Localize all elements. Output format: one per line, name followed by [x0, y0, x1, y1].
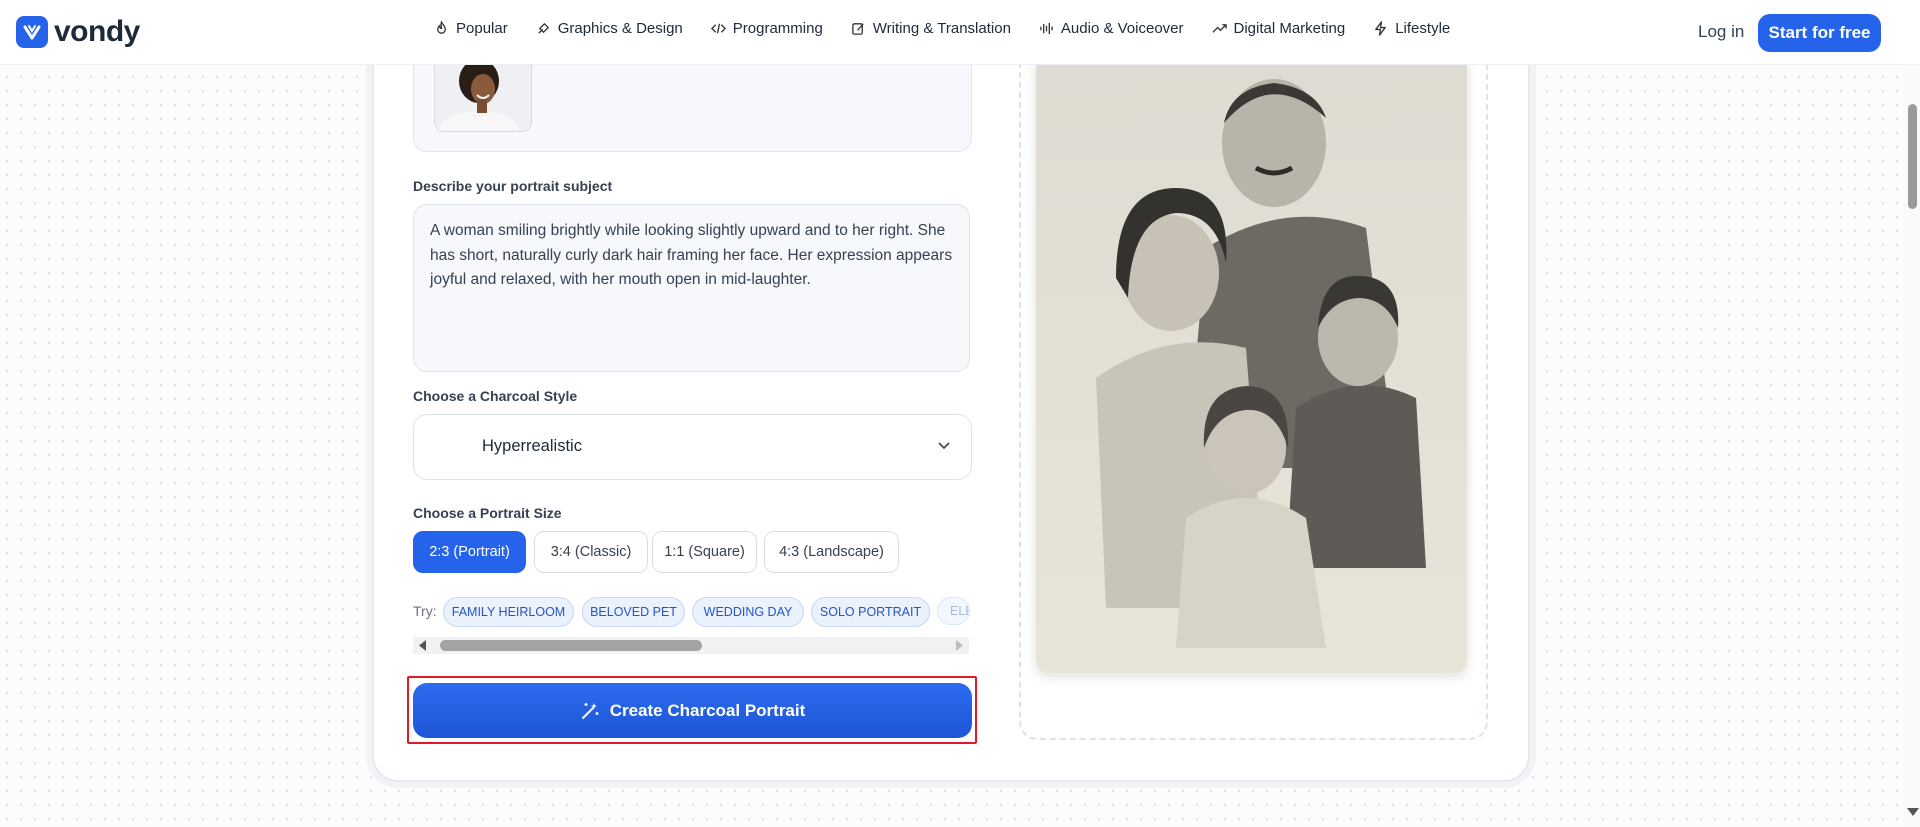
suggestion-chip-beloved-pet[interactable]: BELOVED PET	[582, 597, 685, 627]
try-label: Try:	[413, 603, 437, 619]
start-for-free-button[interactable]: Start for free	[1758, 14, 1881, 52]
trend-up-icon	[1211, 24, 1227, 33]
login-link[interactable]: Log in	[1698, 22, 1744, 42]
top-header: vondy Popular Graphics & Design Programm…	[0, 0, 1920, 65]
nav-item-label: Writing & Translation	[872, 20, 1011, 37]
nav-item-label: Popular	[456, 20, 508, 37]
charcoal-style-select[interactable]: Hyperrealistic	[413, 414, 972, 480]
audio-wave-icon	[1040, 22, 1053, 35]
nav-item-label: Audio & Voiceover	[1060, 20, 1184, 37]
suggestion-chip-partial[interactable]: ELE	[937, 597, 970, 625]
portrait-description-textarea[interactable]: A woman smiling brightly while looking s…	[413, 204, 970, 372]
bolt-icon	[1375, 21, 1387, 36]
size-option-classic[interactable]: 3:4 (Classic)	[534, 531, 648, 573]
nav-item-label: Digital Marketing	[1233, 20, 1346, 37]
create-charcoal-portrait-button[interactable]: Create Charcoal Portrait	[413, 683, 972, 738]
page-scrollbar[interactable]	[1904, 64, 1920, 827]
charcoal-style-value: Hyperrealistic	[482, 437, 582, 455]
charcoal-portrait-preview-image	[1036, 48, 1467, 673]
flame-icon	[437, 21, 446, 34]
suggestion-chip-wedding-day[interactable]: WEDDING DAY	[692, 597, 804, 627]
nav-item-graphics-design[interactable]: Graphics & Design	[536, 20, 683, 37]
size-option-landscape[interactable]: 4:3 (Landscape)	[764, 531, 899, 573]
vondy-logo-icon	[16, 16, 48, 48]
size-option-portrait[interactable]: 2:3 (Portrait)	[413, 531, 526, 573]
brand-name: vondy	[54, 15, 140, 48]
size-option-square[interactable]: 1:1 (Square)	[652, 531, 757, 573]
nav-item-popular[interactable]: Popular	[434, 20, 508, 37]
nav-item-lifestyle[interactable]: Lifestyle	[1373, 20, 1450, 37]
describe-subject-label: Describe your portrait subject	[413, 178, 613, 194]
nav-item-digital-marketing[interactable]: Digital Marketing	[1211, 20, 1346, 37]
category-nav: Popular Graphics & Design Programming Wr…	[434, 20, 1450, 37]
suggestion-chip-solo-portrait[interactable]: SOLO PORTRAIT	[811, 597, 930, 627]
create-button-label: Create Charcoal Portrait	[609, 700, 806, 720]
chevron-down-icon	[938, 442, 950, 450]
suggestions-scroll-thumb[interactable]	[440, 640, 702, 651]
edit-icon	[852, 23, 864, 35]
scroll-left-arrow-icon[interactable]	[418, 640, 428, 651]
nav-item-audio-voiceover[interactable]: Audio & Voiceover	[1039, 20, 1184, 37]
code-icon	[710, 23, 726, 34]
nav-item-writing-translation[interactable]: Writing & Translation	[851, 20, 1011, 37]
scroll-right-arrow-icon[interactable]	[954, 640, 964, 651]
nav-item-programming[interactable]: Programming	[710, 20, 823, 37]
nav-item-label: Programming	[732, 20, 823, 37]
page-scroll-thumb[interactable]	[1908, 104, 1917, 209]
nav-item-label: Graphics & Design	[557, 20, 683, 37]
brush-icon	[538, 22, 549, 34]
nav-item-label: Lifestyle	[1395, 20, 1451, 37]
charcoal-style-label: Choose a Charcoal Style	[413, 388, 578, 404]
vondy-logo[interactable]: vondy	[16, 15, 140, 48]
magic-wand-icon	[581, 702, 599, 719]
portrait-size-label: Choose a Portrait Size	[413, 505, 562, 521]
suggestion-chip-family-heirloom[interactable]: FAMILY HEIRLOOM	[443, 597, 574, 627]
suggestions-scrollbar[interactable]	[413, 637, 969, 654]
scroll-down-arrow-icon[interactable]	[1907, 808, 1919, 816]
